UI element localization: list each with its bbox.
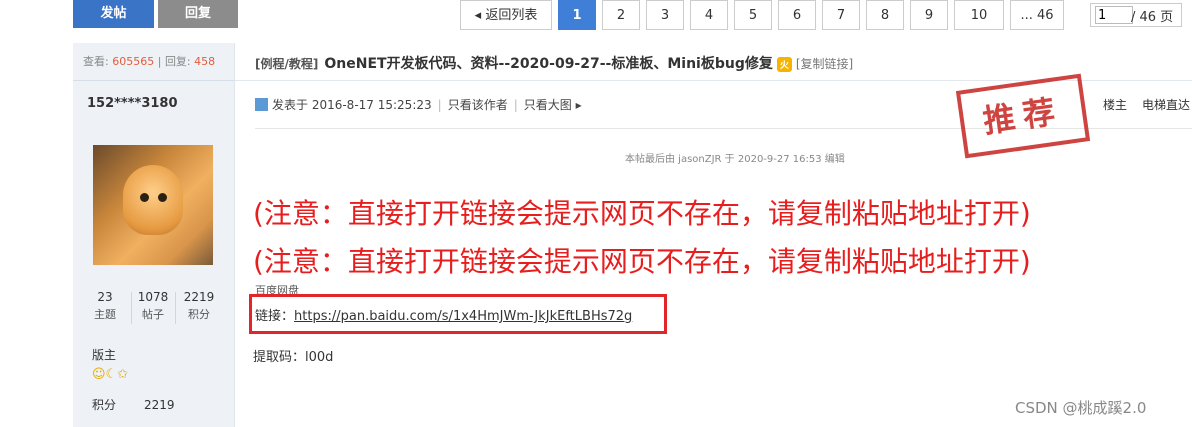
meta-separator: | — [513, 98, 518, 112]
page-jump: / 46 页 — [1090, 3, 1182, 27]
page-link-8[interactable]: 8 — [866, 0, 904, 30]
kitten-eye — [140, 193, 149, 202]
user-role[interactable]: 版主 — [92, 346, 116, 363]
avatar[interactable] — [93, 145, 213, 265]
kitten-eye — [158, 193, 167, 202]
extraction-code: 提取码：l00d — [253, 350, 334, 365]
notice-text: (注意：直接打开链接会提示网页不存在，请复制粘贴地址打开) — [253, 197, 1031, 230]
recommended-stamp: 推荐 — [955, 73, 1091, 159]
edited-note: 本帖最后由 jasonZJR 于 2020-9-27 16:53 编辑 — [625, 154, 845, 165]
thread-category[interactable]: [例程/教程] — [255, 57, 318, 71]
page-link-5[interactable]: 5 — [734, 0, 772, 30]
user-stat-value: 23 — [97, 290, 113, 304]
user-icon — [255, 98, 268, 111]
elevator-link[interactable]: 电梯直达 — [1142, 96, 1190, 113]
column-divider — [234, 43, 235, 427]
watermark: CSDN @桃成蹊2.0 — [1015, 399, 1147, 417]
post-meta: 发表于 2016-8-17 15:25:23 | 只看该作者 | 只看大图 ▸ — [255, 96, 582, 113]
back-to-list-button[interactable]: ◂ 返回列表 — [460, 0, 552, 30]
user-stat-label: 积分 — [188, 308, 210, 321]
user-stat-points[interactable]: 2219 积分 — [174, 290, 224, 322]
page-link-3[interactable]: 3 — [646, 0, 684, 30]
user-stat-threads[interactable]: 23 主题 — [80, 290, 130, 322]
stats-separator: | — [157, 55, 162, 68]
sidebar-divider — [73, 80, 234, 81]
meta-separator: | — [437, 98, 442, 112]
page-link-6[interactable]: 6 — [778, 0, 816, 30]
page-link-10[interactable]: 10 — [954, 0, 1004, 30]
only-author-link[interactable]: 只看该作者 — [448, 98, 508, 112]
replies-count: 458 — [194, 55, 216, 68]
page-link-4[interactable]: 4 — [690, 0, 728, 30]
user-stat-label: 主题 — [94, 308, 116, 321]
thread-stats: 查看: 605565 | 回复: 458 — [83, 53, 215, 69]
user-stat-value: 1078 — [137, 290, 169, 304]
author-username[interactable]: 152****3180 — [87, 96, 178, 111]
points-label: 积分 — [92, 398, 117, 412]
page-number-input[interactable] — [1095, 6, 1133, 24]
floor-label: 楼主 — [1103, 98, 1128, 112]
replies-label: 回复: — [164, 55, 191, 68]
only-images-link[interactable]: 只看大图 ▸ — [524, 98, 582, 112]
link-row: 链接：https://pan.baidu.com/s/1x4HmJWm-JkJk… — [255, 305, 632, 324]
total-pages-label: / 46 页 — [1131, 10, 1174, 25]
page-link-2[interactable]: 2 — [602, 0, 640, 30]
page-link-7[interactable]: 7 — [822, 0, 860, 30]
thread-header: [例程/教程] OneNET开发板代码、资料--2020-09-27--标准板、M… — [235, 43, 1192, 81]
download-link[interactable]: https://pan.baidu.com/s/1x4HmJWm-JkJkEft… — [294, 309, 632, 324]
page-link-1[interactable]: 1 — [558, 0, 596, 30]
views-count: 605565 — [112, 55, 155, 68]
page-title: OneNET开发板代码、资料--2020-09-27--标准板、Mini板bug… — [324, 56, 773, 72]
reply-button[interactable]: 回复 — [158, 0, 238, 28]
kitten-image — [123, 165, 183, 235]
user-stat-value: 2219 — [183, 290, 215, 304]
top-toolbar: 发帖 回复 ◂ 返回列表 1 2 3 4 5 6 7 8 9 10 ... 46… — [0, 0, 1192, 32]
hot-icon: 火 — [776, 56, 792, 72]
points-value: 2219 — [144, 398, 175, 412]
notice-text: (注意：直接打开链接会提示网页不存在，请复制粘贴地址打开) — [253, 245, 1031, 278]
post-date: 发表于 2016-8-17 15:25:23 — [272, 98, 432, 112]
copy-link-button[interactable]: [复制链接] — [796, 57, 853, 71]
page-link-last[interactable]: ... 46 — [1010, 0, 1064, 30]
link-label: 链接： — [255, 309, 295, 324]
page-link-9[interactable]: 9 — [910, 0, 948, 30]
new-post-button[interactable]: 发帖 — [73, 0, 154, 28]
medal-icons: ☺☾✩ — [92, 367, 129, 382]
thread-title-row: [例程/教程] OneNET开发板代码、资料--2020-09-27--标准板、M… — [255, 53, 853, 73]
user-stat-label: 帖子 — [142, 308, 164, 321]
user-stat-posts[interactable]: 1078 帖子 — [128, 290, 178, 322]
user-points: 积分 2219 — [92, 396, 175, 413]
views-label: 查看: — [83, 55, 109, 68]
